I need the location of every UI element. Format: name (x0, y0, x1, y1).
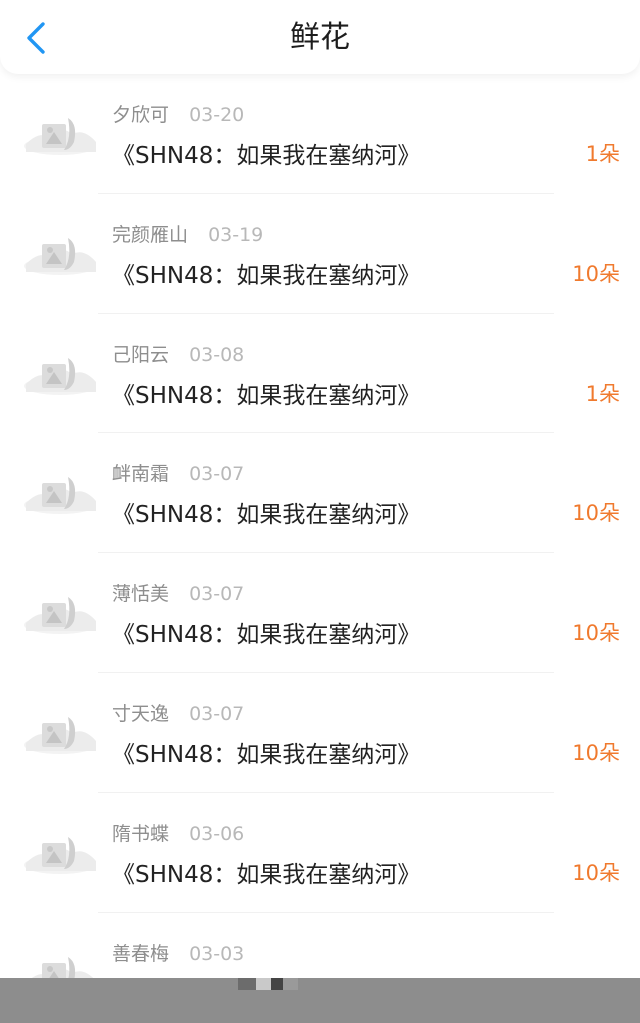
app-screen: 鲜花 夕欣可 03-20 《SHN48：如果我在塞纳河》 1朵 完颜雁山 03-… (0, 0, 640, 1023)
list-item[interactable]: 衅南霜 03-07 《SHN48：如果我在塞纳河》 10朵 (0, 433, 640, 554)
avatar[interactable] (20, 334, 98, 412)
gift-date: 03-07 (189, 463, 245, 486)
avatar[interactable] (20, 813, 98, 891)
avatar[interactable] (20, 453, 98, 531)
top-nav-bar: 鲜花 (0, 0, 640, 74)
list-item[interactable]: 寸天逸 03-07 《SHN48：如果我在塞纳河》 10朵 (0, 673, 640, 793)
sender-meta: 衅南霜 03-07 (112, 459, 244, 486)
list-item[interactable]: 己阳云 03-08 《SHN48：如果我在塞纳河》 1朵 (0, 314, 640, 434)
list-item[interactable]: 夕欣可 03-20 《SHN48：如果我在塞纳河》 1朵 (0, 74, 640, 194)
list-item[interactable]: 完颜雁山 03-19 《SHN48：如果我在塞纳河》 10朵 (0, 194, 640, 314)
avatar[interactable] (20, 573, 98, 651)
avatar[interactable] (20, 214, 98, 292)
gift-date: 03-07 (189, 702, 245, 725)
flower-amount: 1朵 (585, 142, 620, 166)
book-title: 《SHN48：如果我在塞纳河》 (112, 741, 421, 768)
flower-amount: 10朵 (572, 501, 620, 526)
flower-gift-list: 夕欣可 03-20 《SHN48：如果我在塞纳河》 1朵 完颜雁山 03-19 … (0, 74, 640, 1023)
list-item[interactable]: 薄恬美 03-07 《SHN48：如果我在塞纳河》 10朵 (0, 553, 640, 673)
book-title: 《SHN48：如果我在塞纳河》 (112, 143, 421, 169)
book-title: 《SHN48：如果我在塞纳河》 (112, 382, 421, 409)
sender-meta: 善春梅 03-03 (112, 939, 244, 966)
flower-amount: 10朵 (572, 621, 620, 646)
flower-amount: 10朵 (572, 740, 620, 765)
book-title: 《SHN48：如果我在塞纳河》 (112, 622, 421, 649)
gift-date: 03-07 (189, 583, 245, 606)
flower-amount: 10朵 (572, 860, 620, 885)
sender-meta: 夕欣可 03-20 (112, 100, 244, 127)
book-title: 《SHN48：如果我在塞纳河》 (112, 861, 421, 888)
page-title: 鲜花 (290, 20, 350, 55)
sender-name: 衅南霜 (112, 463, 170, 486)
sender-meta: 寸天逸 03-07 (112, 699, 244, 726)
avatar[interactable] (20, 94, 98, 172)
sender-name: 完颜雁山 (112, 223, 189, 246)
bottom-overlay (0, 978, 640, 1023)
sender-name: 己阳云 (112, 343, 170, 366)
avatar[interactable] (20, 693, 98, 771)
flower-amount: 10朵 (572, 261, 620, 286)
sender-meta: 己阳云 03-08 (112, 340, 244, 367)
sender-name: 寸天逸 (112, 702, 170, 725)
sender-meta: 隋书蝶 03-06 (112, 819, 244, 846)
sender-meta: 薄恬美 03-07 (112, 579, 244, 606)
gift-date: 03-20 (189, 104, 245, 126)
flower-amount: 1朵 (585, 381, 620, 406)
list-item[interactable]: 隋书蝶 03-06 《SHN48：如果我在塞纳河》 10朵 (0, 793, 640, 913)
gift-date: 03-03 (189, 942, 245, 965)
obscured-text-patch (238, 978, 298, 990)
gift-date: 03-19 (208, 223, 264, 246)
sender-name: 夕欣可 (112, 104, 170, 126)
book-title: 《SHN48：如果我在塞纳河》 (112, 502, 421, 529)
book-title: 《SHN48：如果我在塞纳河》 (112, 262, 421, 289)
gift-date: 03-06 (189, 822, 245, 845)
sender-name: 薄恬美 (112, 583, 170, 606)
gift-date: 03-08 (189, 343, 245, 366)
sender-meta: 完颜雁山 03-19 (112, 220, 263, 247)
sender-name: 隋书蝶 (112, 822, 170, 845)
sender-name: 善春梅 (112, 942, 170, 965)
